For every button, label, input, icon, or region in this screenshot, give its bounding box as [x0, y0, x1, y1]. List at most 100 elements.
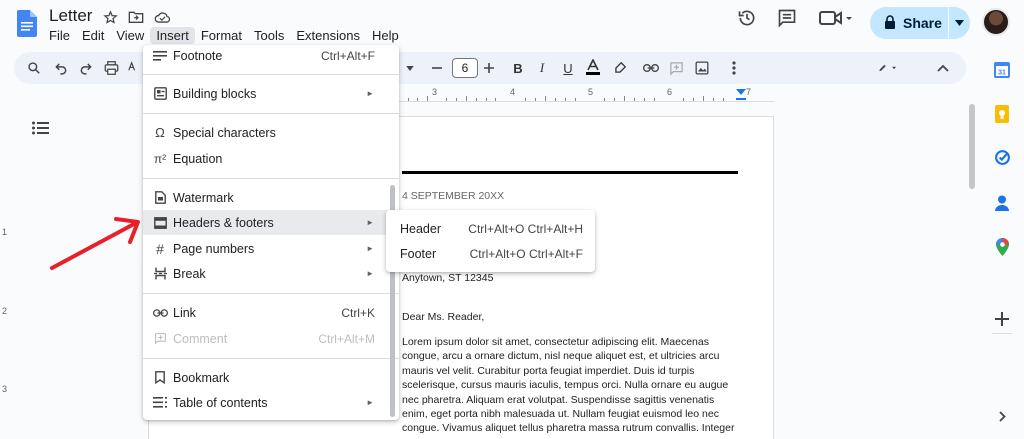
menu-item-building-blocks[interactable]: Building blocks ► [143, 81, 399, 106]
ruler-number: 6 [667, 87, 673, 97]
calendar-icon[interactable]: 31 [992, 60, 1012, 80]
menu-edit[interactable]: Edit [76, 27, 110, 44]
lock-icon [884, 14, 896, 32]
submenu-arrow-icon: ► [366, 89, 374, 98]
menu-view[interactable]: View [110, 27, 150, 44]
docs-logo-icon[interactable] [17, 10, 37, 37]
building-blocks-icon [152, 86, 168, 102]
side-panel: 31 [984, 46, 1024, 439]
menu-item-comment[interactable]: Comment Ctrl+Alt+M [143, 326, 399, 351]
tasks-icon[interactable] [992, 147, 1012, 167]
submenu-arrow-icon: ► [366, 398, 374, 407]
vruler-number: 3 [2, 384, 8, 394]
menu-file[interactable]: File [43, 27, 76, 44]
submenu-item-header[interactable]: Header Ctrl+Alt+O Ctrl+Alt+H [386, 216, 595, 241]
menu-item-table-of-contents[interactable]: Table of contents ► [143, 390, 399, 415]
document-outline-icon[interactable] [32, 121, 49, 140]
horizontal-ruler[interactable]: 3 4 5 6 7 [398, 86, 774, 102]
more-options-icon[interactable] [725, 59, 743, 77]
menu-item-equation[interactable]: π² Equation [143, 146, 399, 171]
insert-comment-icon[interactable] [667, 59, 685, 77]
ruler-number: 3 [432, 87, 438, 97]
share-button[interactable]: Share [870, 7, 970, 39]
text-color-icon[interactable] [584, 58, 602, 76]
bookmark-icon [152, 370, 168, 386]
document-title[interactable]: Letter [49, 6, 92, 26]
submenu-arrow-icon: ► [366, 244, 374, 253]
menu-bar: File Edit View Insert Format Tools Exten… [43, 27, 405, 44]
footnote-icon [152, 48, 168, 64]
font-size-input[interactable]: 6 [452, 58, 478, 78]
menu-item-headers-footers[interactable]: Headers & footers ► [143, 210, 399, 235]
keep-icon[interactable] [992, 104, 1012, 124]
italic-icon[interactable]: I [533, 59, 551, 77]
move-folder-icon[interactable] [127, 8, 145, 26]
insert-menu: Footnote Ctrl+Alt+F Building blocks ► Ω … [143, 45, 399, 420]
font-dropdown-icon[interactable] [401, 59, 419, 77]
pi-squared-icon: π² [153, 151, 167, 166]
editing-mode-icon[interactable] [878, 59, 896, 77]
contacts-icon[interactable] [992, 193, 1012, 213]
underline-icon[interactable]: U [559, 59, 577, 77]
get-addons-plus-icon[interactable] [992, 309, 1012, 329]
omega-icon: Ω [155, 125, 165, 140]
vruler-number: 2 [2, 306, 8, 316]
ruler-number: 5 [588, 87, 594, 97]
svg-text:31: 31 [998, 70, 1006, 77]
menu-item-page-numbers[interactable]: # Page numbers ► [143, 236, 399, 261]
menu-item-link[interactable]: Link Ctrl+K [143, 300, 399, 325]
vertical-ruler[interactable]: 1 2 3 [0, 115, 12, 439]
submenu-item-footer[interactable]: Footer Ctrl+Alt+O Ctrl+Alt+F [386, 241, 595, 266]
spellcheck-icon[interactable] [125, 59, 143, 77]
meet-video-icon[interactable] [818, 8, 852, 33]
increase-font-size-icon[interactable] [480, 59, 498, 77]
menu-insert[interactable]: Insert [150, 27, 195, 44]
share-dropdown-icon[interactable] [949, 20, 970, 26]
comments-icon[interactable] [777, 8, 797, 33]
bold-icon[interactable]: B [509, 59, 527, 77]
vruler-number: 1 [2, 227, 8, 237]
ruler-number: 7 [746, 87, 752, 97]
insert-link-icon[interactable] [642, 59, 660, 77]
menu-help[interactable]: Help [366, 27, 405, 44]
side-panel-divider [992, 333, 1012, 334]
star-icon[interactable] [101, 8, 119, 26]
print-icon[interactable] [102, 59, 120, 77]
document-scrollbar[interactable] [969, 104, 975, 189]
headers-footers-submenu: Header Ctrl+Alt+O Ctrl+Alt+H Footer Ctrl… [386, 210, 595, 272]
redo-icon[interactable] [77, 59, 95, 77]
menu-tools[interactable]: Tools [248, 27, 290, 44]
submenu-arrow-icon: ► [366, 218, 374, 227]
letter-greeting[interactable]: Dear Ms. Reader, [402, 311, 484, 323]
undo-icon[interactable] [52, 59, 70, 77]
menu-item-bookmark[interactable]: Bookmark [143, 365, 399, 390]
share-label: Share [903, 15, 942, 31]
menu-item-break[interactable]: Break ► [143, 261, 399, 286]
toc-icon [152, 395, 168, 411]
highlight-color-icon[interactable] [611, 59, 629, 77]
insert-image-icon[interactable] [693, 59, 711, 77]
header-footer-icon [152, 215, 168, 231]
letter-body[interactable]: Lorem ipsum dolor sit amet, consectetur … [402, 335, 742, 439]
letter-date[interactable]: 4 SEPTEMBER 20XX [402, 190, 504, 202]
comment-icon [152, 331, 168, 347]
search-icon[interactable] [25, 59, 43, 77]
maps-icon[interactable] [992, 237, 1012, 257]
collapse-toolbar-icon[interactable] [934, 59, 952, 77]
menu-extensions[interactable]: Extensions [290, 27, 366, 44]
menu-item-footnote[interactable]: Footnote Ctrl+Alt+F [143, 43, 399, 68]
menu-format[interactable]: Format [195, 27, 248, 44]
break-icon [152, 266, 168, 282]
right-indent-marker-icon[interactable] [736, 89, 746, 101]
cloud-status-icon[interactable] [153, 8, 171, 26]
ruler-number: 4 [510, 87, 516, 97]
submenu-arrow-icon: ► [366, 269, 374, 278]
decrease-font-size-icon[interactable] [428, 59, 446, 77]
expand-side-panel-icon[interactable] [992, 406, 1012, 426]
menu-item-special-characters[interactable]: Ω Special characters [143, 120, 399, 145]
watermark-icon [152, 190, 168, 206]
avatar[interactable] [982, 8, 1010, 36]
version-history-icon[interactable] [737, 8, 757, 33]
menu-item-watermark[interactable]: Watermark [143, 185, 399, 210]
letter-address[interactable]: Anytown, ST 12345 [402, 272, 493, 284]
